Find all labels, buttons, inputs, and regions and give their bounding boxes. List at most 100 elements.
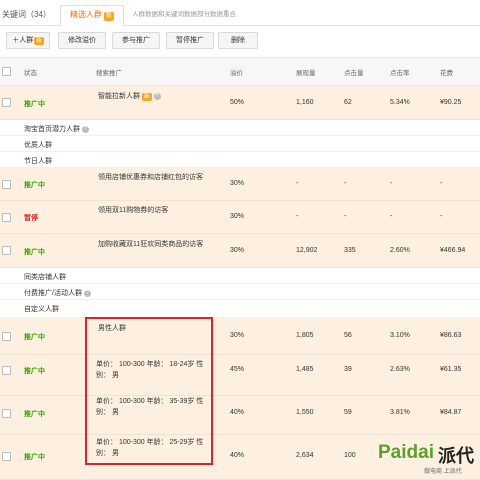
col-clicks[interactable]: 点击量 (344, 67, 364, 77)
impressions-value: 12,902 (296, 247, 318, 254)
table-row: 推广中 加购收藏双11狂欢同类商品的访客 30% 12,902 335 2.60… (0, 234, 480, 268)
clicks-value: 56 (344, 332, 352, 339)
help-icon[interactable]: ? (83, 289, 91, 297)
col-impressions[interactable]: 展现量 (296, 67, 316, 77)
group-label-text: 付费推广/活动人群 (24, 290, 82, 297)
row-checkbox[interactable] (2, 98, 11, 107)
select-all-checkbox[interactable] (2, 67, 11, 76)
cost-value: ¥84.87 (440, 409, 462, 416)
delete-button[interactable]: 删除 (218, 32, 258, 49)
impressions-value: - (296, 213, 299, 220)
group-label-text: 淘宝首页潜力人群 (24, 126, 80, 133)
group-row: 付费推广/活动人群? (0, 284, 480, 300)
group-label: 同类店铺人群 (24, 274, 66, 281)
row-checkbox[interactable] (2, 180, 11, 189)
ctr-value: 2.60% (390, 247, 410, 254)
table-row: 推广中 单价： 100-300 年龄： 18-24岁 性别： 男 45% 1,4… (0, 355, 480, 396)
impressions-value: 1,550 (296, 409, 314, 416)
group-row: 优质人群 (0, 136, 480, 152)
status-label: 推广中 (24, 411, 45, 418)
col-cost[interactable]: 花费 (440, 67, 453, 77)
toolbar: ＋人群新 修改溢价 参与推广 暂停推广 删除 (0, 32, 480, 52)
ctr-value: - (390, 213, 393, 220)
bid-value[interactable]: 30% (230, 247, 244, 254)
pause-promotion-button[interactable]: 暂停推广 (166, 32, 214, 49)
col-ctr[interactable]: 点击率 (390, 67, 410, 77)
group-label: 淘宝首页潜力人群? (24, 124, 89, 134)
group-row: 节日人群 (0, 152, 480, 168)
bid-value[interactable]: 30% (230, 332, 244, 339)
table-row: 推广中 男性人群 30% 1,805 56 3.10% ¥86.63 (0, 318, 480, 355)
table-row: 推广中 领用店铺优惠券和店铺红包的访客 30% - - - - (0, 168, 480, 201)
tab-bar: 关键词（34） 精选人群新 人群数据和关键词数据部分数据重合 (0, 0, 480, 27)
row-checkbox[interactable] (2, 213, 11, 222)
bid-value[interactable]: 45% (230, 366, 244, 373)
watermark-latin: Paidai (378, 442, 434, 463)
watermark-cn: 派代 (438, 446, 474, 466)
status-label: 推广中 (24, 249, 45, 256)
status-label: 推广中 (24, 368, 45, 375)
ctr-value: 2.63% (390, 366, 410, 373)
add-crowd-label: ＋人群 (12, 37, 34, 44)
status-label: 暂停 (24, 215, 38, 222)
col-status: 状态 (24, 70, 37, 77)
bid-value[interactable]: 30% (230, 180, 244, 187)
ctr-value: 5.34% (390, 99, 410, 106)
clicks-value: 335 (344, 247, 356, 254)
status-label: 推广中 (24, 101, 45, 108)
cost-value: - (440, 213, 443, 220)
bid-value[interactable]: 30% (230, 213, 244, 220)
crowd-name-text: 智能拉新人群 (98, 93, 140, 100)
group-row: 同类店铺人群 (0, 268, 480, 284)
ctr-value: 3.81% (390, 409, 410, 416)
clicks-value: 39 (344, 366, 352, 373)
row-checkbox[interactable] (2, 246, 11, 255)
tab-crowd-label: 精选人群 (69, 10, 102, 19)
cost-value: ¥86.63 (440, 332, 462, 339)
group-label: 优质人群 (24, 142, 52, 149)
new-badge: 新 (34, 37, 44, 45)
tab-keywords[interactable]: 关键词（34） (2, 6, 51, 26)
row-checkbox[interactable] (2, 409, 11, 418)
bid-value[interactable]: 50% (230, 99, 244, 106)
impressions-value: 1,160 (296, 99, 314, 106)
clicks-value: - (344, 180, 347, 187)
impressions-value: - (296, 180, 299, 187)
crowd-name: 智能拉新人群新? (98, 91, 161, 101)
row-checkbox[interactable] (2, 332, 11, 341)
col-bid[interactable]: 溢价 (230, 67, 243, 77)
cost-value: - (440, 180, 443, 187)
edit-bid-button[interactable]: 修改溢价 (58, 32, 106, 49)
highlight-box (85, 317, 213, 465)
clicks-value: 100 (344, 452, 356, 459)
col-search: 搜索推广 (96, 70, 122, 77)
bid-value[interactable]: 40% (230, 409, 244, 416)
impressions-value: 1,805 (296, 332, 314, 339)
status-label: 推广中 (24, 182, 45, 189)
row-checkbox[interactable] (2, 452, 11, 461)
table-row: 暂停 领用双11购物券的访客 30% - - - - (0, 201, 480, 234)
cost-value: ¥466.94 (440, 247, 466, 254)
help-icon[interactable]: ? (82, 125, 89, 133)
group-row: 淘宝首页潜力人群? (0, 120, 480, 136)
crowd-name: 加购收藏双11狂欢同类商品的访客 (98, 241, 204, 248)
new-badge: 新 (142, 93, 152, 101)
group-label: 付费推广/活动人群? (24, 288, 91, 298)
watermark-slogan: 做电商 上派代 (424, 469, 462, 475)
status-label: 推广中 (24, 454, 45, 461)
crowd-name: 领用双11购物券的访客 (98, 207, 169, 214)
cost-value: ¥90.25 (440, 99, 462, 106)
status-label: 推广中 (24, 334, 45, 341)
impressions-value: 2,634 (296, 452, 314, 459)
table-header: 状态 搜索推广 溢价 展现量 点击量 点击率 花费 (0, 57, 480, 86)
table-row: 推广中 单价： 100-300 年龄： 35-39岁 性别： 男 40% 1,5… (0, 396, 480, 435)
group-label: 自定义人群 (24, 306, 59, 313)
help-icon[interactable]: ? (153, 92, 161, 100)
tab-crowd[interactable]: 精选人群新 (60, 5, 124, 27)
new-badge: 新 (103, 12, 114, 21)
merge-note: 人群数据和关键词数据部分数据重合 (132, 11, 236, 18)
add-crowd-button[interactable]: ＋人群新 (6, 32, 50, 49)
join-promotion-button[interactable]: 参与推广 (112, 32, 160, 49)
bid-value[interactable]: 40% (230, 452, 244, 459)
row-checkbox[interactable] (2, 366, 11, 375)
